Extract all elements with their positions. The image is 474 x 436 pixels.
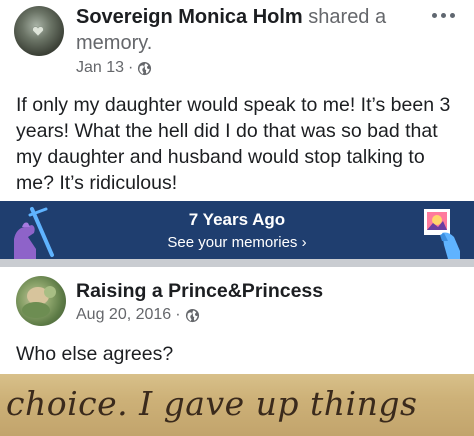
page-name[interactable]: Raising a Prince&Princess <box>76 280 323 303</box>
post-author-line: Sovereign Monica Holm shared a memory. <box>76 4 416 56</box>
chevron-right-icon: › <box>301 234 307 251</box>
globe-icon <box>138 61 152 75</box>
page-avatar-photo <box>22 286 56 318</box>
page-avatar[interactable] <box>16 276 66 326</box>
feed-divider <box>0 259 474 267</box>
meta-separator: · <box>175 306 181 323</box>
see-memories-label: See your memories <box>167 234 298 251</box>
memories-banner[interactable]: 7 Years Ago See your memories › <box>0 201 474 259</box>
shared-memory-post: Sovereign Monica Holm shared a memory. J… <box>0 0 474 82</box>
original-post-date[interactable]: Aug 20, 2016 <box>76 306 171 324</box>
post-image[interactable]: choice. I gave up things <box>0 374 474 436</box>
original-post-meta: Aug 20, 2016 · <box>76 306 200 324</box>
author-name[interactable]: Sovereign Monica Holm <box>76 6 303 28</box>
globe-icon <box>185 308 199 322</box>
author-avatar[interactable] <box>14 6 64 56</box>
original-post-text: Who else agrees? <box>16 343 174 365</box>
meta-separator: · <box>128 59 134 76</box>
see-memories-link[interactable]: See your memories › <box>0 234 474 251</box>
memories-photo-illustration-icon <box>424 209 460 259</box>
memories-title: 7 Years Ago <box>188 210 286 229</box>
more-options-icon[interactable] <box>432 10 460 20</box>
heart-icon <box>32 26 44 37</box>
post-date[interactable]: Jan 13 <box>76 58 124 78</box>
post-meta: Jan 13 · <box>76 58 152 78</box>
image-handwritten-text: choice. I gave up things <box>6 384 418 423</box>
post-body-text: If only my daughter would speak to me! I… <box>16 94 451 194</box>
